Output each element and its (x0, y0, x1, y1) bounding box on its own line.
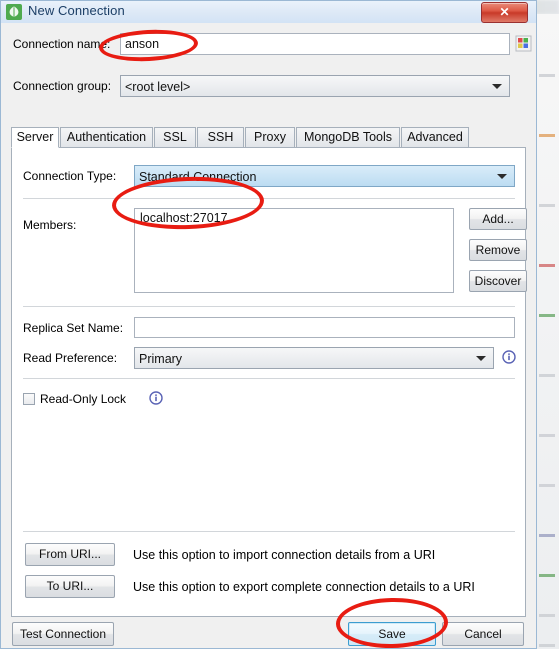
connection-name-label: Connection name: (13, 37, 111, 51)
chevron-down-icon (492, 84, 502, 89)
connection-type-value: Standard Connection (139, 170, 257, 184)
close-icon[interactable]: ✕ (481, 2, 528, 23)
connection-type-select[interactable]: Standard Connection (134, 165, 515, 187)
connection-group-select[interactable]: <root level> (120, 75, 510, 97)
mongodb-leaf-icon (6, 4, 22, 20)
read-only-lock-label: Read-Only Lock (40, 392, 127, 406)
connection-type-label: Connection Type: (23, 169, 117, 183)
cancel-button[interactable]: Cancel (442, 622, 524, 646)
tab-ssh[interactable]: SSH (197, 127, 244, 148)
replica-set-name-label: Replica Set Name: (23, 321, 124, 335)
divider (23, 306, 515, 307)
screenshot-root: New Connection ✕ Connection name: Connec… (0, 0, 559, 649)
info-icon[interactable] (502, 350, 516, 364)
test-connection-button[interactable]: Test Connection (12, 622, 114, 646)
connection-group-label: Connection group: (13, 79, 112, 93)
tab-ssl[interactable]: SSL (154, 127, 196, 148)
add-member-button[interactable]: Add... (469, 208, 527, 230)
read-preference-label: Read Preference: (23, 351, 118, 365)
list-item[interactable]: localhost:27017 (135, 209, 453, 227)
tab-authentication[interactable]: Authentication (60, 127, 153, 148)
server-tab-panel: Connection Type: Standard Connection Mem… (11, 147, 527, 617)
chevron-down-icon (476, 356, 486, 361)
connection-name-input[interactable] (120, 33, 510, 55)
window-title: New Connection (28, 3, 125, 18)
members-listbox[interactable]: localhost:27017 (134, 208, 454, 293)
to-uri-description: Use this option to export complete conne… (133, 580, 475, 594)
tab-bar: Server Authentication SSL SSH Proxy Mong… (11, 127, 526, 148)
connection-group-value: <root level> (125, 80, 191, 94)
to-uri-button[interactable]: To URI... (25, 575, 115, 598)
tab-mongodb-tools[interactable]: MongoDB Tools (296, 127, 400, 148)
read-preference-select[interactable]: Primary (134, 347, 494, 369)
divider (23, 378, 515, 379)
tab-server[interactable]: Server (11, 127, 59, 148)
from-uri-description: Use this option to import connection det… (133, 548, 436, 562)
read-preference-value: Primary (139, 352, 183, 366)
tab-proxy[interactable]: Proxy (245, 127, 295, 148)
divider (23, 531, 515, 532)
dialog-body: Connection name: Connection group: <root… (1, 23, 536, 648)
title-bar: New Connection ✕ (1, 1, 536, 24)
save-button[interactable]: Save (348, 622, 436, 646)
from-uri-button[interactable]: From URI... (25, 543, 115, 566)
tab-advanced[interactable]: Advanced (401, 127, 469, 148)
background-window-strip (537, 14, 559, 649)
divider (23, 198, 515, 199)
chevron-down-icon (497, 174, 507, 179)
color-palette-icon[interactable] (514, 33, 533, 54)
new-connection-dialog: New Connection ✕ Connection name: Connec… (0, 0, 537, 649)
replica-set-name-input[interactable] (134, 317, 515, 338)
info-icon[interactable] (149, 391, 163, 405)
discover-members-button[interactable]: Discover (469, 270, 527, 292)
read-only-lock-checkbox[interactable] (23, 393, 35, 405)
members-label: Members: (23, 218, 77, 232)
remove-member-button[interactable]: Remove (469, 239, 527, 261)
